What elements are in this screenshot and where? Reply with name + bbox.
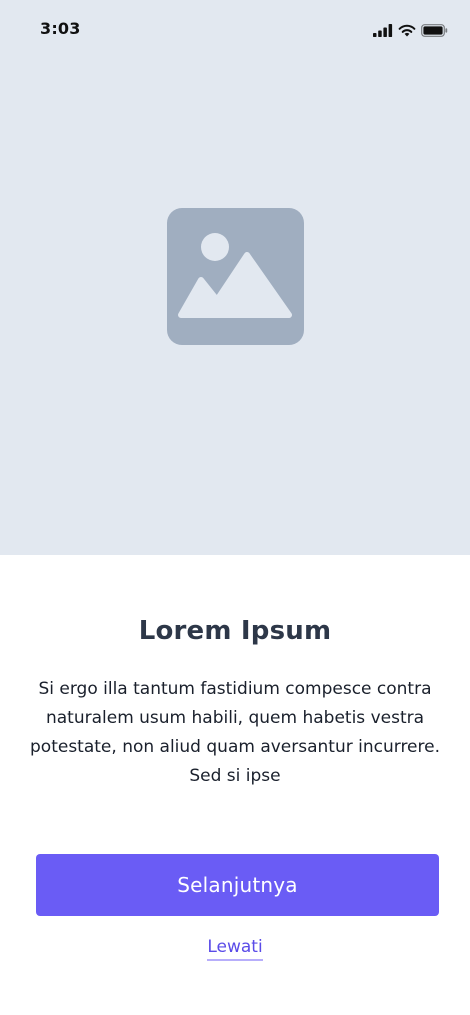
next-button[interactable]: Selanjutnya — [36, 854, 439, 916]
battery-icon — [421, 23, 448, 37]
status-bar: 3:03 — [0, 0, 470, 60]
status-icons — [373, 22, 448, 38]
onboarding-content: Lorem Ipsum Si ergo illa tantum fastidiu… — [0, 555, 470, 1015]
status-time: 3:03 — [40, 19, 81, 38]
hero-image-area: 3:03 — [0, 0, 470, 555]
cellular-signal-icon — [373, 23, 393, 37]
page-title: Lorem Ipsum — [138, 616, 332, 646]
skip-link-container: Lewati — [0, 937, 470, 961]
image-placeholder-icon — [167, 208, 304, 345]
skip-link[interactable]: Lewati — [207, 937, 263, 961]
wifi-icon — [398, 24, 416, 36]
onboarding-description: Si ergo illa tantum fastidium compesce c… — [30, 679, 440, 786]
